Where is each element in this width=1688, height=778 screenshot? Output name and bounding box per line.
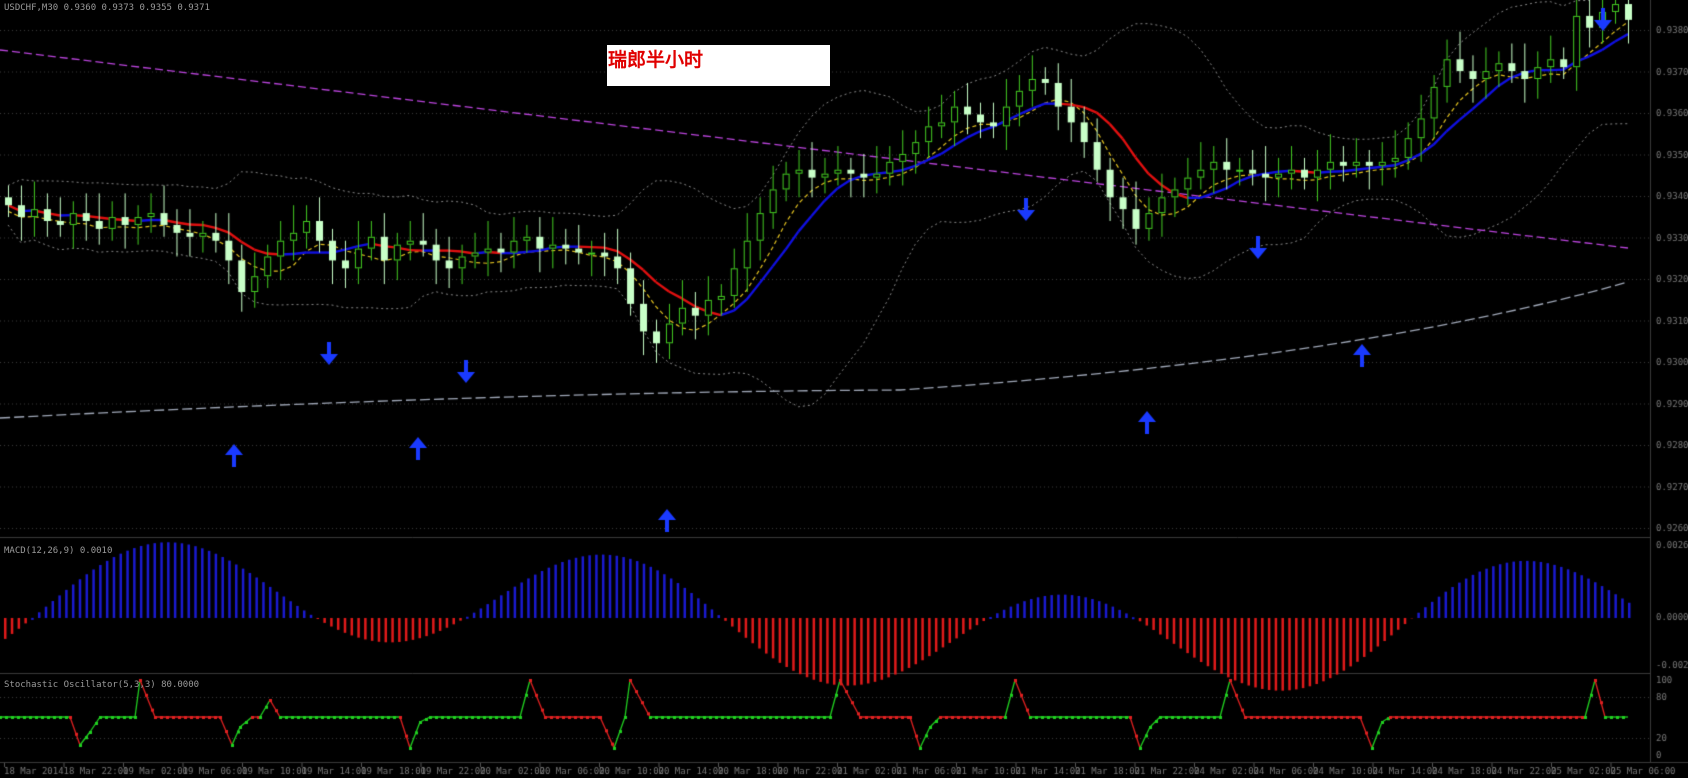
price-chart-canvas[interactable] [0, 0, 1688, 778]
stoch-info: Stochastic Oscillator(5,3,3) 80.0000 [4, 680, 200, 690]
symbol-info: USDCHF,M30 0.9360 0.9373 0.9355 0.9371 [4, 3, 210, 13]
macd-info: MACD(12,26,9) 0.0010 [4, 546, 113, 556]
chart-label: 瑞郎半小时 [608, 49, 704, 71]
